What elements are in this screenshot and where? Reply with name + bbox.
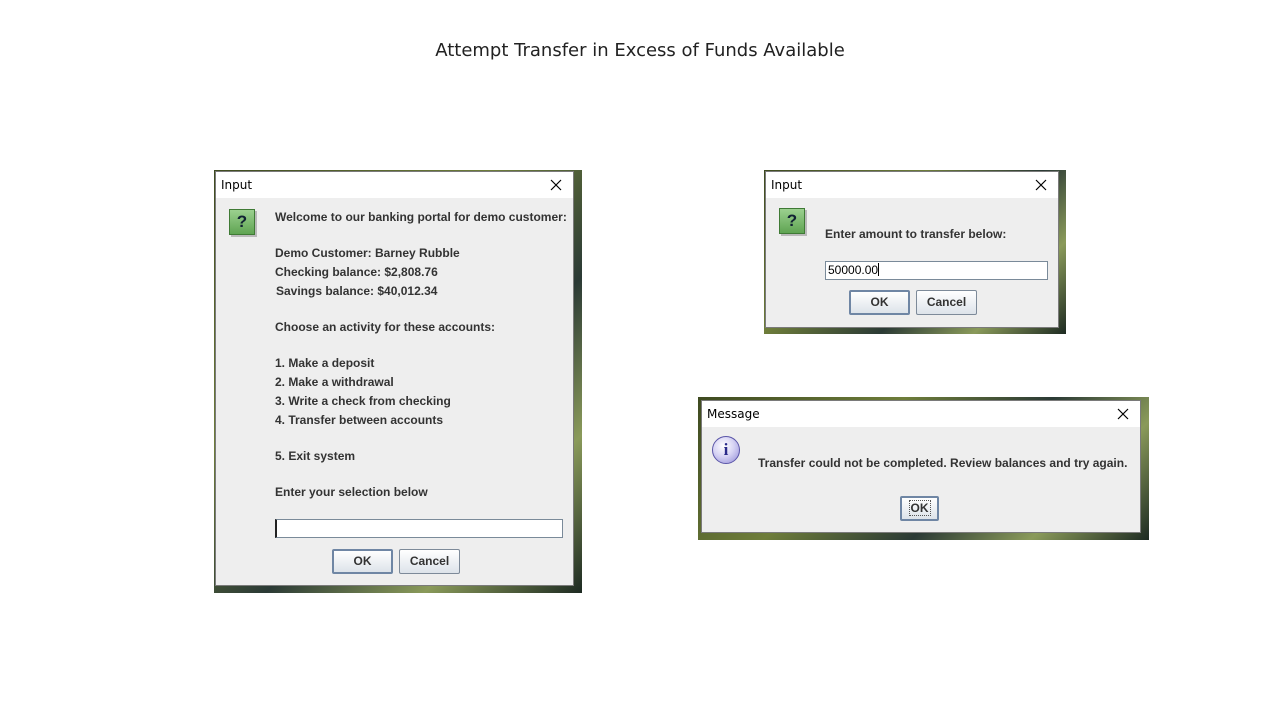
- close-icon[interactable]: [547, 172, 565, 198]
- close-icon[interactable]: [1114, 401, 1132, 427]
- option-exit: 5. Exit system: [275, 449, 356, 463]
- menu-dialog-screenshot: Input ? Welcome to our banking portal fo…: [214, 170, 582, 593]
- amount-dialog-screenshot: Input ? Enter amount to transfer below: …: [764, 170, 1066, 334]
- option-check: 3. Write a check from checking: [275, 394, 451, 408]
- cancel-button[interactable]: Cancel: [399, 549, 460, 574]
- choose-activity-text: Choose an activity for these accounts:: [275, 320, 496, 334]
- close-icon[interactable]: [1032, 172, 1050, 198]
- amount-input[interactable]: 50000.00: [825, 261, 1048, 280]
- option-withdrawal: 2. Make a withdrawal: [275, 375, 394, 389]
- question-icon: ?: [779, 208, 805, 234]
- option-transfer: 4. Transfer between accounts: [275, 413, 444, 427]
- ok-button[interactable]: OK: [900, 496, 939, 521]
- option-deposit: 1. Make a deposit: [275, 356, 375, 370]
- amount-dialog-title: Input: [771, 178, 803, 192]
- question-icon: ?: [229, 209, 255, 235]
- customer-name-text: Demo Customer: Barney Rubble: [275, 246, 460, 260]
- amount-dialog: Input ? Enter amount to transfer below: …: [765, 171, 1059, 328]
- menu-dialog-titlebar: Input: [216, 172, 573, 198]
- amount-dialog-titlebar: Input: [766, 172, 1058, 198]
- information-icon: i: [712, 436, 740, 464]
- cancel-button-label: Cancel: [409, 554, 450, 568]
- amount-input-value: 50000.00: [828, 263, 879, 277]
- cancel-button[interactable]: Cancel: [916, 290, 977, 315]
- amount-prompt: Enter amount to transfer below:: [825, 227, 1007, 241]
- message-dialog: Message i Transfer could not be complete…: [701, 400, 1141, 533]
- ok-button[interactable]: OK: [849, 290, 910, 315]
- message-dialog-titlebar: Message: [702, 401, 1140, 427]
- ok-button-label: OK: [908, 500, 931, 516]
- selection-prompt: Enter your selection below: [275, 485, 428, 499]
- ok-button-label: OK: [353, 554, 372, 568]
- selection-input[interactable]: [275, 519, 563, 538]
- cancel-button-label: Cancel: [926, 295, 967, 309]
- savings-balance-text: Savings balance: $40,012.34: [276, 284, 438, 298]
- text-caret: [878, 263, 880, 276]
- menu-dialog: Input ? Welcome to our banking portal fo…: [215, 171, 574, 586]
- ok-button[interactable]: OK: [332, 549, 393, 574]
- ok-button-label: OK: [870, 295, 889, 309]
- message-text: Transfer could not be completed. Review …: [758, 456, 1128, 470]
- message-dialog-screenshot: Message i Transfer could not be complete…: [698, 397, 1149, 540]
- checking-balance-text: Checking balance: $2,808.76: [275, 265, 438, 279]
- message-dialog-title: Message: [707, 407, 760, 421]
- welcome-text: Welcome to our banking portal for demo c…: [275, 210, 567, 224]
- slide-title: Attempt Transfer in Excess of Funds Avai…: [435, 40, 845, 61]
- menu-dialog-title: Input: [221, 178, 253, 192]
